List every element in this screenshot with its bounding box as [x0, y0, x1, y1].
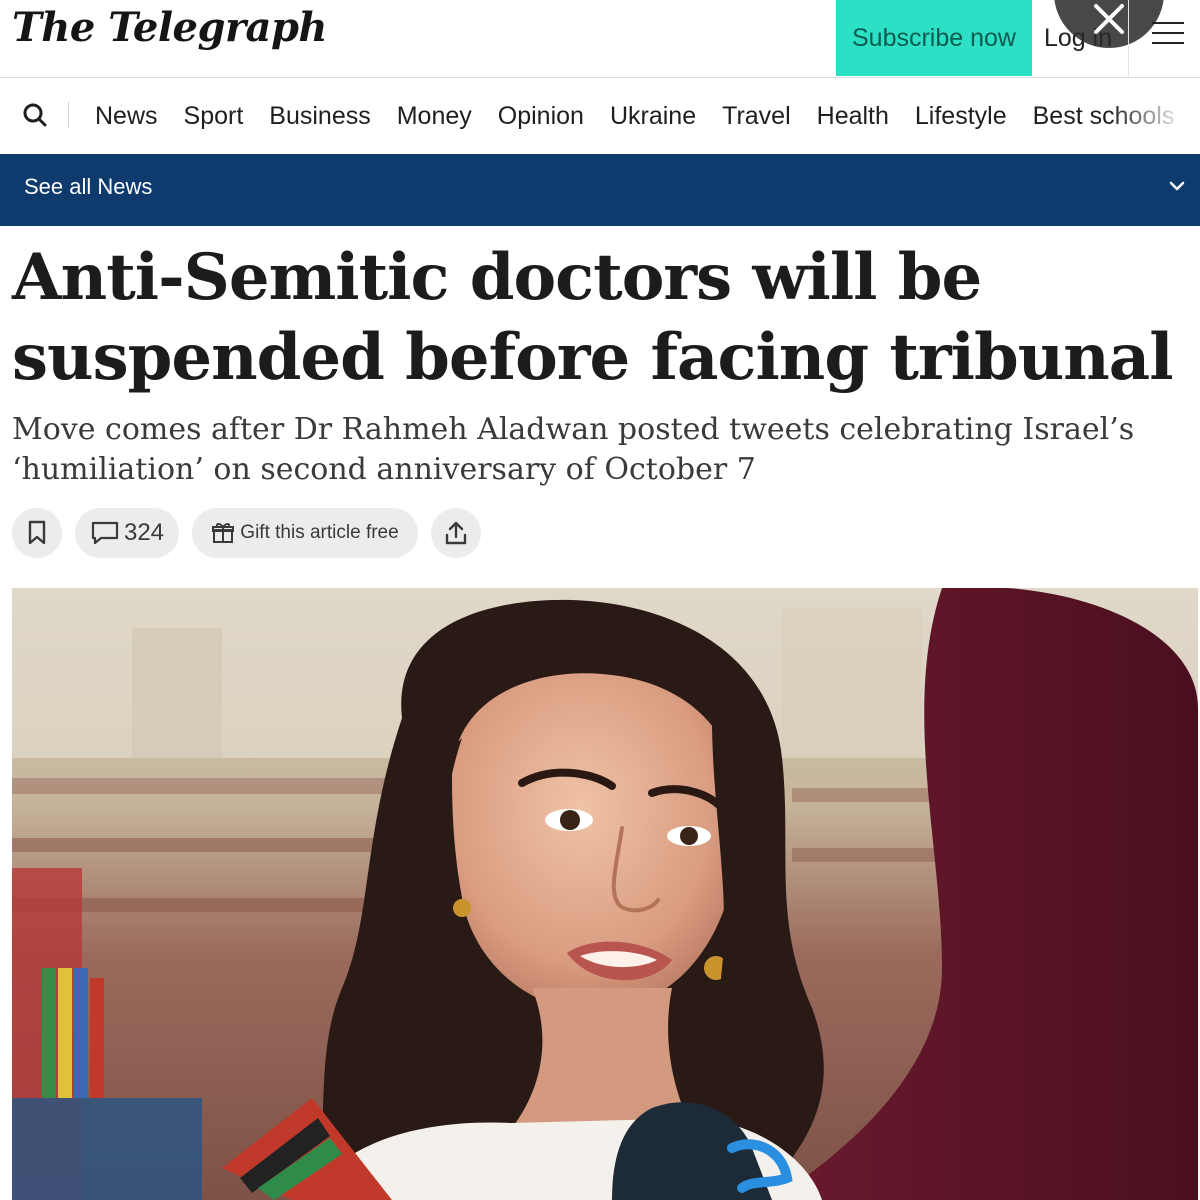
gift-label: Gift this article free	[240, 522, 399, 543]
comments-button[interactable]: 324	[75, 508, 179, 558]
share-button[interactable]	[431, 508, 481, 558]
site-header: The Telegraph Subscribe now Log in	[0, 0, 1200, 78]
nav-item-ukraine[interactable]: Ukraine	[610, 102, 696, 131]
share-icon	[445, 521, 467, 545]
subscribe-button[interactable]: Subscribe now	[836, 0, 1032, 76]
nav-item-news[interactable]: News	[95, 102, 158, 131]
chevron-down-icon	[1169, 181, 1185, 191]
see-all-news-label: See all News	[24, 174, 153, 199]
header-divider	[1128, 0, 1129, 76]
nav-divider	[68, 102, 69, 128]
see-all-news-bar[interactable]: See all News	[0, 154, 1200, 226]
bookmark-icon	[28, 520, 46, 545]
nav-items: News Sport Business Money Opinion Ukrain…	[95, 78, 1200, 154]
hero-photo	[12, 588, 1198, 1200]
article-hero-image	[12, 588, 1198, 1200]
hamburger-menu-icon[interactable]	[1152, 20, 1186, 48]
nav-item-business[interactable]: Business	[269, 102, 370, 131]
gift-icon	[212, 523, 235, 543]
comment-icon	[91, 521, 119, 545]
bookmark-button[interactable]	[12, 508, 62, 558]
close-icon	[1094, 4, 1124, 34]
article-standfirst: Move comes after Dr Rahmeh Aladwan poste…	[12, 412, 1135, 487]
article-headline: Anti-Semitic doctors will be suspended b…	[12, 240, 1174, 395]
comment-count: 324	[123, 519, 165, 546]
site-logo[interactable]: The Telegraph	[12, 4, 328, 51]
search-icon[interactable]	[22, 102, 48, 128]
gift-article-button[interactable]: Gift this article free	[192, 508, 418, 558]
nav-item-health[interactable]: Health	[817, 102, 889, 131]
section-nav: News Sport Business Money Opinion Ukrain…	[0, 78, 1200, 154]
nav-fade	[1110, 78, 1200, 154]
nav-item-travel[interactable]: Travel	[722, 102, 791, 131]
nav-item-sport[interactable]: Sport	[184, 102, 244, 131]
nav-item-lifestyle[interactable]: Lifestyle	[915, 102, 1007, 131]
nav-item-opinion[interactable]: Opinion	[498, 102, 584, 131]
nav-item-money[interactable]: Money	[397, 102, 472, 131]
